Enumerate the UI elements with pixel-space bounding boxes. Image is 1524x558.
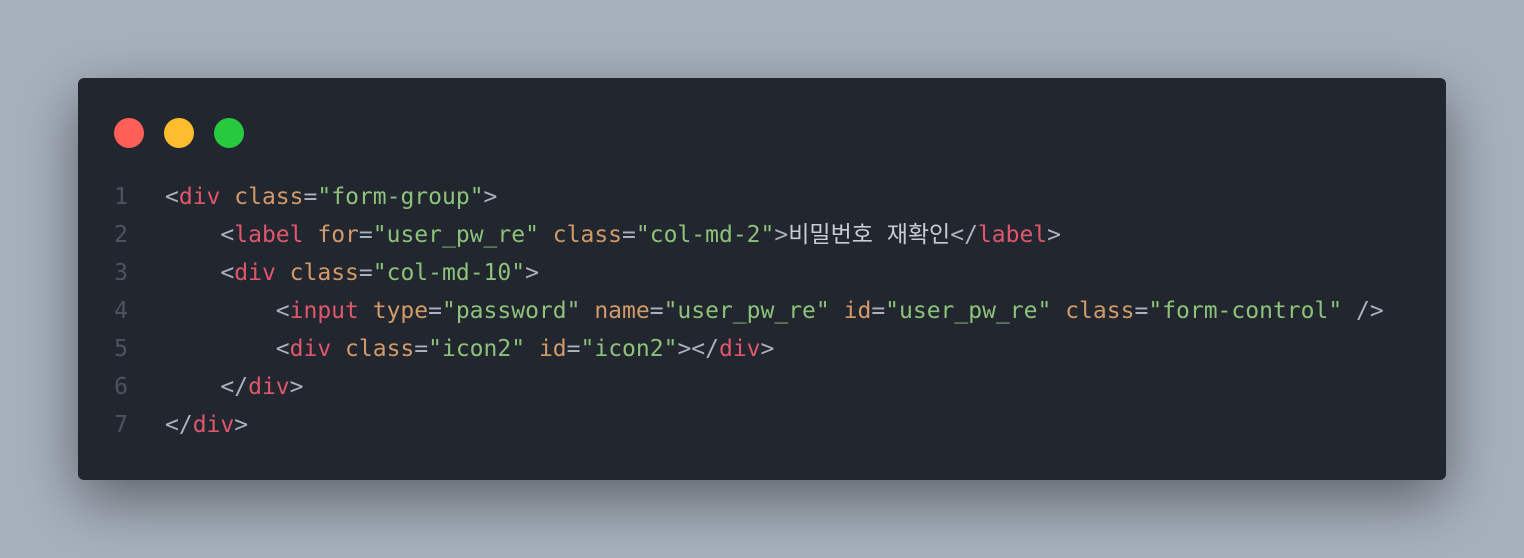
maximize-window-button[interactable] (214, 118, 244, 148)
code-token: > (760, 336, 775, 362)
line-number: 2 (114, 222, 128, 248)
code-token: class (289, 260, 359, 286)
code-token: = (358, 222, 373, 248)
code-token: "icon2" (580, 336, 678, 362)
code-token: = (303, 184, 318, 210)
code-token: div (248, 374, 290, 400)
code-token: = (428, 298, 442, 324)
code-line: 3 <div class="col-md-10"> (78, 254, 1384, 292)
line-content: </div> (165, 406, 248, 444)
code-token: input (289, 298, 359, 324)
code-token: "form-group" (317, 184, 484, 210)
line-content: <label for="user_pw_re" class="col-md-2"… (165, 216, 1061, 254)
code-line: 1 <div class="form-group"> (78, 178, 1384, 216)
code-token: name (594, 298, 650, 324)
code-token: < (165, 336, 290, 362)
code-token: > (289, 374, 304, 400)
line-content: <div class="form-group"> (165, 178, 497, 216)
code-token: = (414, 336, 429, 362)
line-number: 1 (114, 184, 128, 210)
line-number: 3 (114, 260, 128, 286)
code-token: "form-control" (1148, 298, 1343, 324)
code-token: for (317, 222, 359, 248)
code-token: "col-md-10" (372, 260, 526, 286)
code-token: div (178, 184, 221, 210)
code-token: "icon2" (428, 336, 526, 362)
code-token: = (566, 336, 581, 362)
code-token: id (538, 336, 567, 362)
line-number: 7 (114, 412, 128, 438)
code-token: div (234, 260, 276, 286)
code-token: "user_pw_re" (885, 298, 1052, 324)
code-token: 비밀번호 재확인 (788, 222, 951, 248)
code-token: id (843, 298, 872, 324)
code-token: type (372, 298, 429, 324)
code-token: = (649, 298, 664, 324)
code-line: 4 <input type="password" name="user_pw_r… (78, 292, 1384, 330)
code-token: /> (1342, 298, 1384, 324)
code-token: label (234, 222, 304, 248)
code-token: > (774, 222, 789, 248)
code-line: 7 </div> (78, 406, 1384, 444)
code-token: = (871, 298, 886, 324)
line-content: <input type="password" name="user_pw_re"… (165, 292, 1384, 330)
code-block: 1 <div class="form-group"> 2 <label for="u… (78, 178, 1384, 444)
code-token: class (552, 222, 623, 248)
code-token: > (483, 184, 498, 210)
line-content: </div> (165, 368, 304, 406)
line-content: <div class="col-md-10"> (165, 254, 539, 292)
code-token: </ (165, 374, 249, 400)
code-line: 5 <div class="icon2" id="icon2"></div> (78, 330, 1384, 368)
code-token: > (234, 412, 249, 438)
code-token: </ (950, 222, 978, 248)
code-token: ></ (677, 336, 719, 362)
line-content: <div class="icon2" id="icon2"></div> (165, 330, 775, 368)
code-token: < (165, 298, 290, 324)
code-line: 2 <label for="user_pw_re" class="col-md-… (78, 216, 1384, 254)
code-token: "password" (441, 298, 581, 324)
code-token: < (165, 222, 235, 248)
code-token: div (289, 336, 332, 362)
code-token: < (165, 184, 179, 210)
code-token: label (977, 222, 1048, 248)
code-token: class (234, 184, 304, 210)
code-token: </ (165, 412, 193, 438)
code-token: "user_pw_re" (372, 222, 539, 248)
code-token: class (345, 336, 415, 362)
code-token: = (1134, 298, 1149, 324)
code-token: div (718, 336, 761, 362)
code-token: class (1065, 298, 1135, 324)
code-token: = (358, 260, 373, 286)
line-number: 4 (114, 298, 128, 324)
code-token: "col-md-2" (635, 222, 775, 248)
code-window: 1 <div class="form-group"> 2 <label for="u… (78, 78, 1446, 480)
code-line: 6 </div> (78, 368, 1384, 406)
code-token: "user_pw_re" (663, 298, 830, 324)
code-token: > (1047, 222, 1062, 248)
line-number: 6 (114, 374, 128, 400)
line-number: 5 (114, 336, 128, 362)
code-token: < (165, 260, 235, 286)
close-window-button[interactable] (114, 118, 144, 148)
code-token: = (622, 222, 636, 248)
code-token: div (192, 412, 235, 438)
minimize-window-button[interactable] (164, 118, 194, 148)
code-token: > (525, 260, 539, 286)
